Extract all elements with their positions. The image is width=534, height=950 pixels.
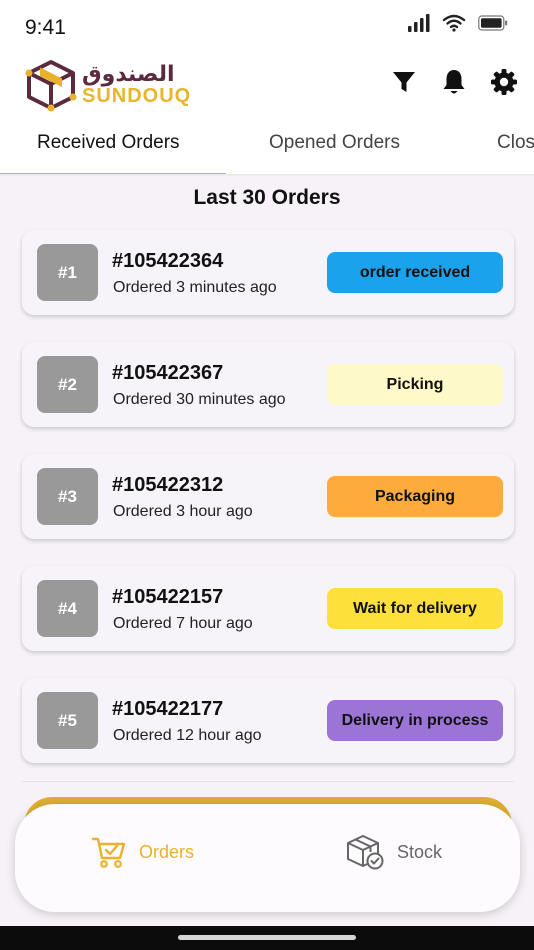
status-badge[interactable]: Packaging	[327, 476, 503, 517]
order-rank: #4	[37, 580, 98, 637]
order-id: #105422177	[112, 698, 224, 720]
status-bar: 9:41	[0, 0, 534, 54]
order-time: Ordered 7 hour ago	[113, 615, 253, 632]
tab-received-orders[interactable]: Received Orders	[37, 120, 180, 174]
order-rank: #1	[37, 244, 98, 301]
tab-opened-orders[interactable]: Opened Orders	[269, 120, 400, 174]
signal-icon	[408, 14, 430, 32]
order-tabs: Received Orders Opened Orders Closed Ord…	[0, 120, 534, 176]
top-bar: 9:41 الصندوق SUNDOUQ Received Orders Ope…	[0, 0, 534, 176]
active-tab-indicator	[0, 173, 226, 174]
sundouq-logo[interactable]: الصندوق SUNDOUQ	[24, 58, 190, 112]
list-title: Last 30 Orders	[193, 186, 341, 209]
box-check-icon	[347, 835, 384, 870]
tab-label: Received Orders	[37, 132, 180, 153]
tab-closed-orders[interactable]: Closed Orders	[497, 120, 534, 174]
logo-latin-text: SUNDOUQ	[82, 85, 192, 107]
order-card[interactable]: #5 #105422177 Ordered 12 hour ago Delive…	[22, 678, 514, 763]
settings-button[interactable]	[484, 66, 524, 98]
home-indicator-bar	[0, 926, 534, 950]
nav-label: Orders	[139, 841, 195, 862]
filter-button[interactable]	[384, 66, 424, 98]
bottom-navigation: Orders Stock	[15, 804, 520, 912]
order-card[interactable]: #3 #105422312 Ordered 3 hour ago Packagi…	[22, 454, 514, 539]
order-id: #105422157	[112, 586, 224, 608]
nav-stock[interactable]: Stock	[345, 830, 442, 874]
order-time: Ordered 3 hour ago	[113, 503, 253, 520]
status-badge[interactable]: Delivery in process	[327, 700, 503, 741]
order-time: Ordered 30 minutes ago	[113, 391, 286, 408]
order-rank: #5	[37, 692, 98, 749]
status-badge[interactable]: Wait for delivery	[327, 588, 503, 629]
logo-box-icon	[25, 60, 77, 112]
order-id: #105422364	[112, 250, 224, 272]
system-indicators	[408, 14, 508, 32]
filter-icon	[393, 72, 415, 92]
order-rank: #2	[37, 356, 98, 413]
home-indicator[interactable]	[178, 935, 356, 940]
logo-arabic-text: الصندوق	[82, 62, 175, 87]
bell-icon	[443, 70, 465, 94]
battery-icon	[478, 15, 508, 31]
nav-label: Stock	[397, 841, 443, 862]
order-rank: #3	[37, 468, 98, 525]
tab-label: Closed Orders	[497, 132, 534, 153]
header-actions	[384, 66, 524, 98]
order-time: Ordered 12 hour ago	[113, 727, 262, 744]
app-header: الصندوق SUNDOUQ	[0, 54, 534, 120]
status-badge[interactable]: Picking	[327, 364, 503, 405]
order-time: Ordered 3 minutes ago	[113, 279, 277, 296]
status-time: 9:41	[25, 16, 66, 39]
gear-icon	[491, 69, 517, 95]
order-card[interactable]: #2 #105422367 Ordered 30 minutes ago Pic…	[22, 342, 514, 427]
wifi-icon	[442, 14, 466, 32]
status-badge[interactable]: order received	[327, 252, 503, 293]
order-id: #105422367	[112, 362, 224, 384]
order-id: #105422312	[112, 474, 224, 496]
cart-check-icon	[91, 837, 126, 868]
order-card[interactable]: #4 #105422157 Ordered 7 hour ago Wait fo…	[22, 566, 514, 651]
order-card[interactable]: #1 #105422364 Ordered 3 minutes ago orde…	[22, 230, 514, 315]
tab-label: Opened Orders	[269, 132, 400, 153]
list-divider	[22, 781, 514, 782]
nav-orders[interactable]: Orders	[91, 830, 194, 874]
notifications-button[interactable]	[434, 66, 474, 98]
